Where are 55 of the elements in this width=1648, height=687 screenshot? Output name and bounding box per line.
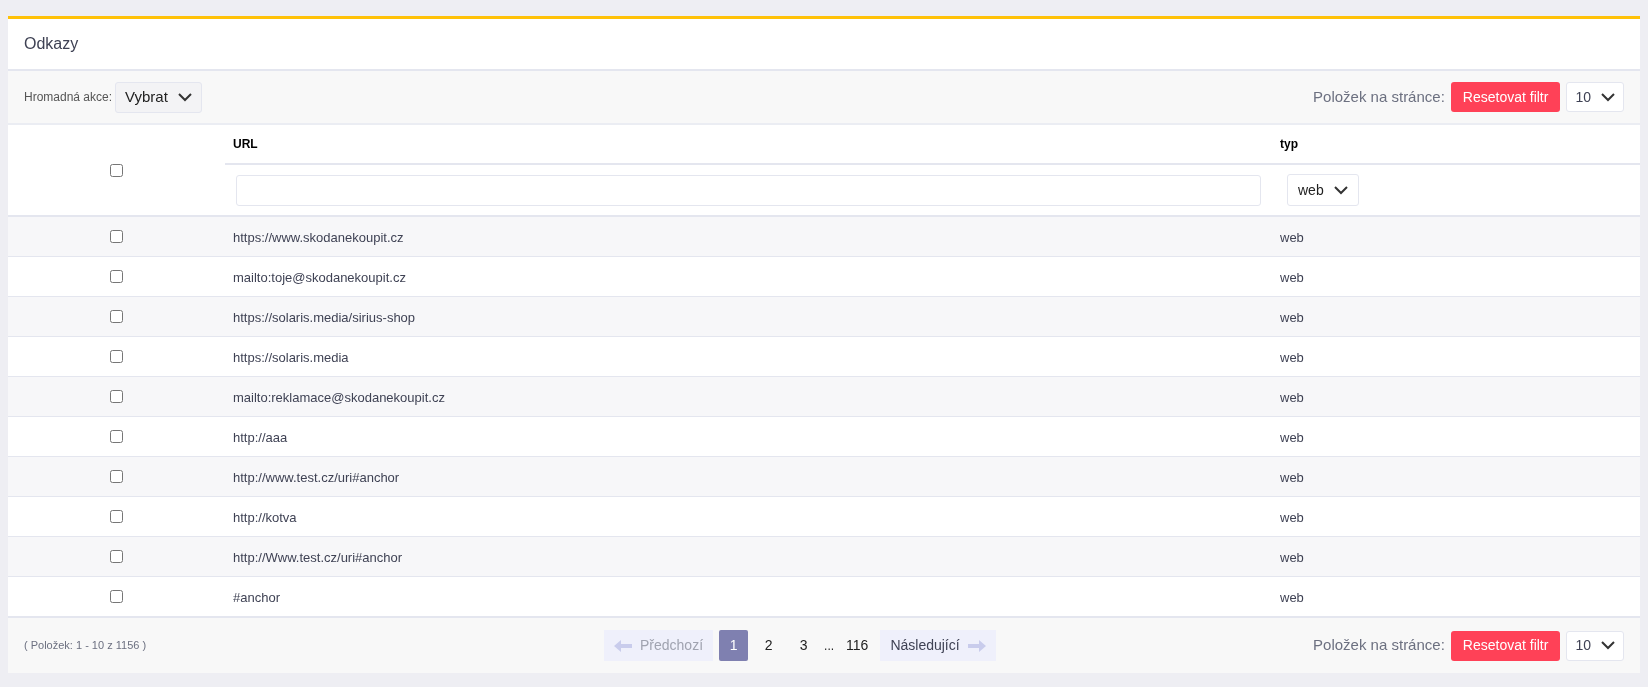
- page-button[interactable]: 116: [840, 630, 875, 661]
- select-dropdown[interactable]: Vybrat: [115, 81, 202, 113]
- url-cell: mailto:toje@skodanekoupit.cz: [233, 269, 406, 285]
- row-checkbox[interactable]: [110, 590, 123, 603]
- url-cell: http://Www.test.cz/uri#anchor: [233, 549, 403, 565]
- type-cell: web: [1280, 309, 1304, 325]
- url-cell: https://www.skodanekoupit.cz: [233, 229, 404, 245]
- type-cell: web: [1280, 349, 1304, 365]
- select-all-checkbox[interactable]: [110, 163, 123, 177]
- url-cell: http://www.test.cz/uri#anchor: [233, 469, 400, 485]
- url-filter-field[interactable]: [236, 174, 1261, 206]
- type-cell: web: [1280, 589, 1304, 605]
- row-checkbox[interactable]: [110, 470, 123, 483]
- row-checkbox[interactable]: [110, 390, 123, 403]
- per-page-label: Položek na stránce:: [1313, 635, 1445, 656]
- row-checkbox[interactable]: [110, 550, 123, 563]
- url-cell: mailto:reklamace@skodanekoupit.cz: [233, 389, 445, 405]
- type-cell: web: [1280, 509, 1304, 525]
- row-checkbox[interactable]: [110, 230, 123, 243]
- panel-title: Odkazy: [24, 34, 79, 54]
- select-dropdown[interactable]: web: [1287, 174, 1359, 206]
- pagination-ellipsis: ...: [824, 637, 835, 655]
- row-checkbox[interactable]: [110, 430, 123, 443]
- column-header[interactable]: URL: [233, 135, 258, 153]
- chevron-down-icon: [1601, 92, 1615, 102]
- url-cell: #anchor: [233, 589, 280, 605]
- url-cell: https://solaris.media: [233, 349, 349, 365]
- item-count-summary: ( Položek: 1 - 10 z 1156 ): [24, 638, 148, 654]
- arrow-icon: [967, 639, 986, 652]
- page-button[interactable]: 1: [719, 630, 749, 661]
- type-cell: web: [1280, 469, 1304, 485]
- chevron-down-icon: [1333, 185, 1348, 195]
- row-checkbox[interactable]: [110, 510, 123, 523]
- type-cell: web: [1280, 389, 1304, 405]
- row-checkbox[interactable]: [110, 310, 123, 323]
- arrow-icon: [614, 639, 632, 652]
- per-page-label: Položek na stránce:: [1313, 86, 1445, 107]
- select-dropdown[interactable]: 10: [1566, 82, 1624, 112]
- url-cell: https://solaris.media/sirius-shop: [233, 309, 416, 325]
- row-checkbox[interactable]: [110, 350, 123, 363]
- page-button[interactable]: 2: [754, 630, 784, 661]
- page-button[interactable]: 3: [789, 630, 819, 661]
- next-page-button[interactable]: Následující: [880, 630, 996, 661]
- url-cell: http://kotva: [233, 509, 297, 525]
- row-checkbox[interactable]: [110, 270, 123, 283]
- type-cell: web: [1280, 229, 1304, 245]
- type-cell: web: [1280, 549, 1304, 565]
- select-dropdown[interactable]: 10: [1566, 630, 1624, 661]
- type-cell: web: [1280, 429, 1304, 445]
- chevron-down-icon: [1601, 641, 1615, 650]
- type-cell: web: [1280, 269, 1304, 285]
- chevron-down-icon: [177, 92, 192, 102]
- column-header[interactable]: typ: [1280, 135, 1298, 153]
- bulk-action-label: Hromadná akce:: [24, 89, 113, 106]
- url-cell: http://aaa: [233, 429, 288, 445]
